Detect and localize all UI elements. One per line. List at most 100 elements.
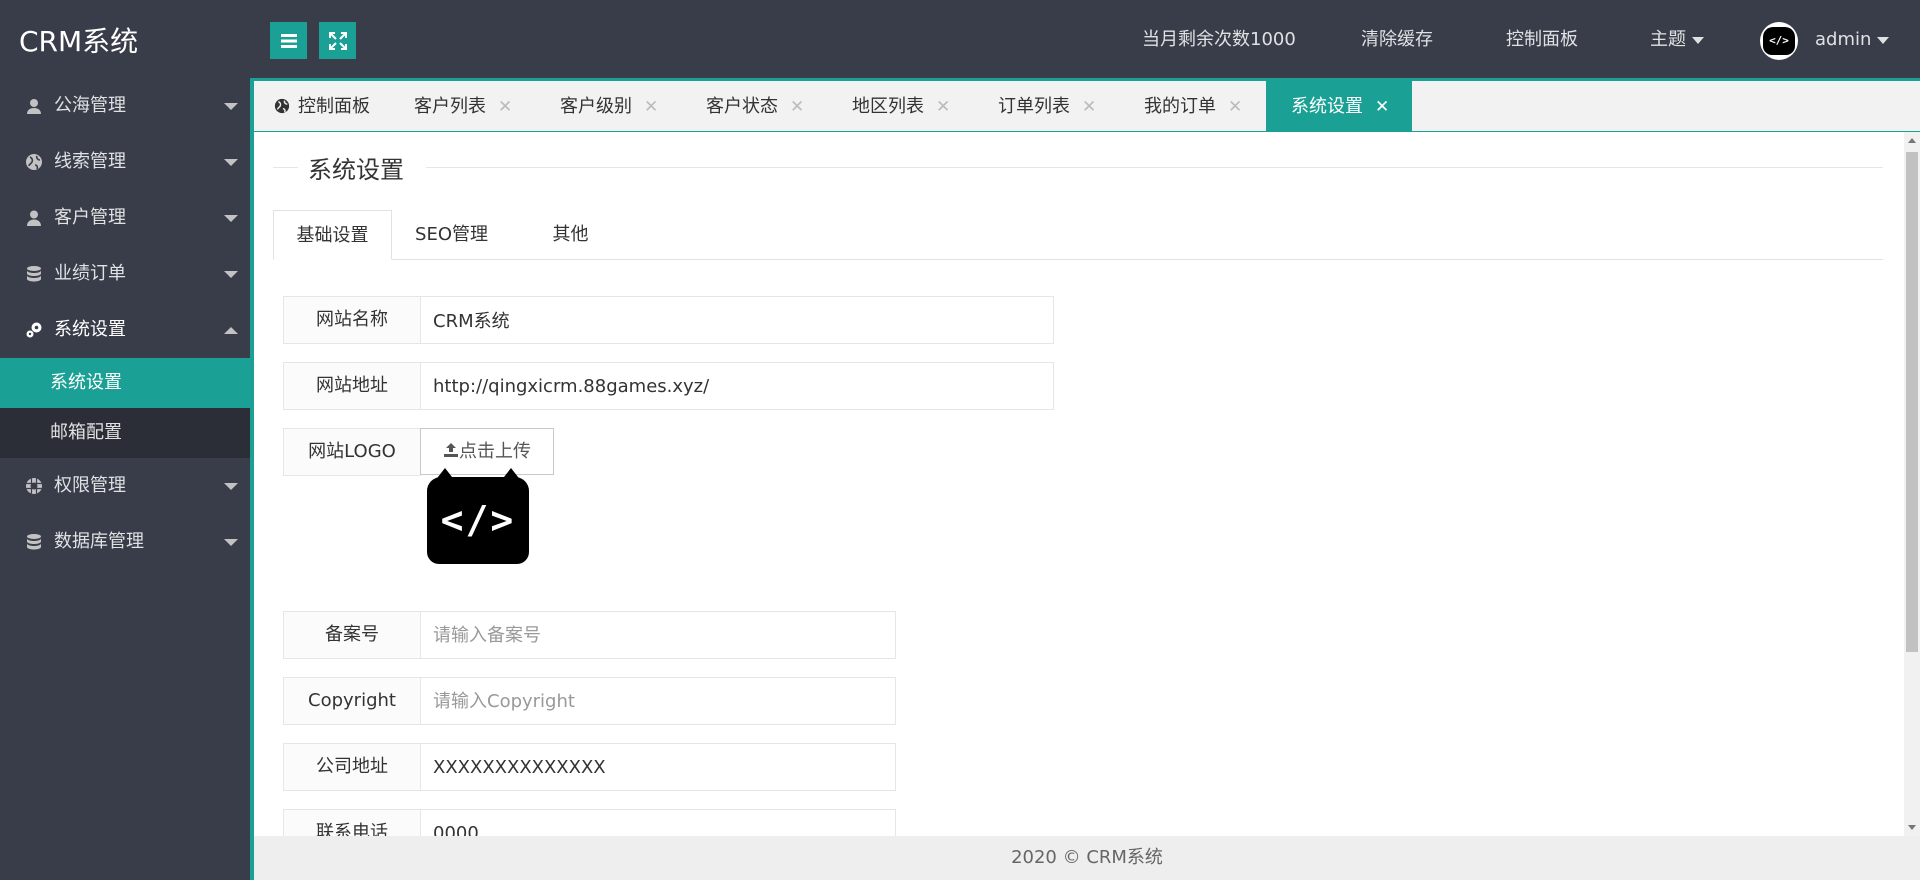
tab-dashboard[interactable]: 控制面板 [274,81,370,132]
dashboard-link[interactable]: 控制面板 [1506,0,1578,78]
user-icon [27,210,41,226]
sidebar-item-label: 公海管理 [54,95,126,116]
close-icon[interactable]: ✕ [498,97,512,117]
upload-button-label: 点击上传 [459,441,531,462]
user-group-icon [27,99,41,114]
content-scrollbar[interactable] [1904,132,1920,836]
sidebar-item-permissions[interactable]: 权限管理 [0,458,250,514]
gears-icon [26,322,42,338]
icp-label: 备案号 [283,611,421,659]
theme-dropdown[interactable]: 主题 [1650,0,1704,78]
subtab-seo[interactable]: SEO管理 [392,210,511,260]
tab-system-settings[interactable]: 系统设置 ✕ [1266,81,1412,132]
tab-label: 客户列表 [414,96,486,117]
chevron-up-icon [224,327,238,334]
site-url-input[interactable] [420,362,1054,410]
copyright-label: Copyright [283,677,421,725]
footer: 2020 © CRM系统 [254,836,1920,880]
top-header: CRM系统 当月剩余次数1000 清除缓存 控制面板 主题 </> admin [0,0,1920,78]
chevron-down-icon [1877,36,1890,44]
sidebar-item-leads[interactable]: 线索管理 [0,134,250,190]
chevron-down-icon [224,215,238,222]
address-label: 公司地址 [283,743,421,791]
sidebar-item-label: 权限管理 [54,475,126,496]
copyright-input[interactable] [420,677,896,725]
phone-label: 联系电话 [283,809,421,836]
chevron-down-icon [224,539,238,546]
support-icon [26,478,42,494]
close-icon[interactable]: ✕ [936,97,950,117]
close-icon[interactable]: ✕ [644,97,658,117]
close-icon[interactable]: ✕ [1082,97,1096,117]
globe-icon [26,154,42,170]
scrollbar-thumb[interactable] [1906,152,1918,652]
tab-customer-status[interactable]: 客户状态 ✕ [706,81,804,132]
tab-label: 客户状态 [706,96,778,117]
sidebar-item-label: 业绩订单 [54,263,126,284]
database-icon [27,266,41,282]
expand-icon [328,31,347,50]
sidebar-item-settings[interactable]: 系统设置 [0,302,250,358]
chevron-down-icon [224,103,238,110]
sidebar-subitem-system-settings[interactable]: 系统设置 [0,358,250,408]
upload-icon [444,443,458,457]
chevron-down-icon [224,483,238,490]
tab-label: 客户级别 [560,96,632,117]
subtab-basic[interactable]: 基础设置 [273,210,392,260]
sidebar: 公海管理 线索管理 客户管理 业绩订单 系统设置 系统设置 邮箱配置 权限管理 … [0,78,250,880]
sidebar-subitem-mail-config[interactable]: 邮箱配置 [0,408,250,458]
close-icon[interactable]: ✕ [790,97,804,117]
menu-toggle-button[interactable] [270,22,307,59]
sidebar-item-database[interactable]: 数据库管理 [0,514,250,570]
chevron-down-icon [1692,36,1704,44]
database-icon [27,534,41,550]
sidebar-item-public-sea[interactable]: 公海管理 [0,78,250,134]
tab-customer-level[interactable]: 客户级别 ✕ [560,81,658,132]
chevron-down-icon [224,159,238,166]
avatar[interactable]: </> [1760,22,1798,60]
tab-label: 控制面板 [298,96,370,117]
tab-customer-list[interactable]: 客户列表 ✕ [414,81,512,132]
scroll-up-icon[interactable] [1908,138,1916,143]
sidebar-item-label: 客户管理 [54,207,126,228]
menu-icon [280,33,297,48]
content-panel: 系统设置 基础设置 SEO管理 其他 网站名称 网站地址 网站LOGO 点击上传… [254,132,1904,836]
main-area: 控制面板 客户列表 ✕ 客户级别 ✕ 客户状态 ✕ 地区列表 ✕ 订单列表 ✕ 我的订单 ✕… [250,78,1920,880]
clear-cache-link[interactable]: 清除缓存 [1361,0,1433,78]
phone-input[interactable] [420,809,896,836]
scroll-down-icon[interactable] [1908,825,1916,830]
tab-my-orders[interactable]: 我的订单 ✕ [1144,81,1242,132]
tab-label: 订单列表 [998,96,1070,117]
logo-code-icon: </> [440,498,516,542]
close-icon[interactable]: ✕ [1228,97,1242,117]
chevron-down-icon [224,271,238,278]
site-url-label: 网站地址 [283,362,421,410]
site-logo-label: 网站LOGO [283,428,421,476]
site-name-input[interactable] [420,296,1054,344]
user-dropdown[interactable]: admin [1815,0,1890,78]
icp-input[interactable] [420,611,896,659]
sidebar-item-label: 数据库管理 [54,531,144,552]
sidebar-item-label: 系统设置 [54,319,126,340]
legend-line-right [426,167,1883,168]
close-icon[interactable]: ✕ [1375,97,1389,117]
tab-order-list[interactable]: 订单列表 ✕ [998,81,1096,132]
subtab-other[interactable]: 其他 [511,210,630,260]
theme-label: 主题 [1650,29,1686,50]
app-logo: CRM系统 [19,25,139,58]
sidebar-item-orders[interactable]: 业绩订单 [0,246,250,302]
globe-icon [274,98,290,114]
address-input[interactable] [420,743,896,791]
legend-line-left [273,167,298,168]
sidebar-item-customers[interactable]: 客户管理 [0,190,250,246]
remaining-count: 当月剩余次数1000 [1142,29,1296,50]
fullscreen-button[interactable] [319,22,356,59]
tab-label: 系统设置 [1291,96,1363,117]
tab-label: 地区列表 [852,96,924,117]
page-title: 系统设置 [308,156,404,184]
tab-label: 我的订单 [1144,96,1216,117]
user-name: admin [1815,29,1872,50]
avatar-logo-icon: </> [1763,27,1795,55]
sidebar-item-label: 线索管理 [54,151,126,172]
tab-region-list[interactable]: 地区列表 ✕ [852,81,950,132]
